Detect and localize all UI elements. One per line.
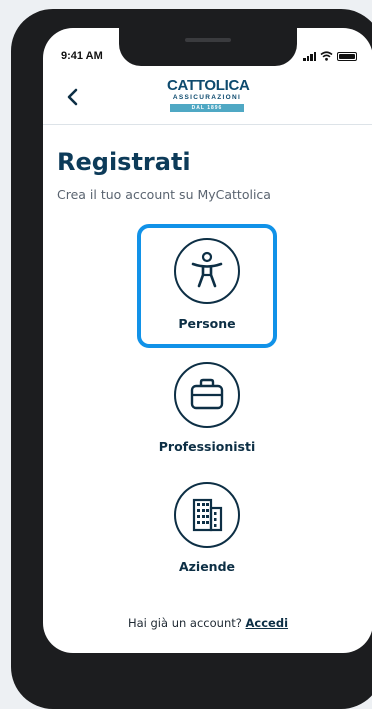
speaker-grille bbox=[185, 38, 231, 42]
accessibility-person-icon bbox=[174, 238, 240, 304]
option-label: Professionisti bbox=[158, 439, 256, 454]
login-prompt-text: Hai già un account? bbox=[127, 616, 242, 630]
app-screen: 9:41 AM CATTOLICA ASSICURAZIONI DAL 1896… bbox=[43, 28, 372, 653]
option-persone[interactable]: Persone bbox=[137, 224, 277, 348]
brand-logo: CATTOLICA ASSICURAZIONI DAL 1896 bbox=[167, 77, 250, 112]
status-icons bbox=[303, 49, 357, 61]
phone-frame: 9:41 AM CATTOLICA ASSICURAZIONI DAL 1896… bbox=[11, 9, 372, 709]
device-notch bbox=[119, 28, 297, 66]
back-button[interactable] bbox=[61, 84, 85, 110]
option-aziende[interactable]: Aziende bbox=[137, 468, 277, 592]
option-label: Persone bbox=[178, 316, 236, 331]
battery-icon bbox=[337, 52, 357, 61]
option-label: Aziende bbox=[178, 559, 236, 574]
logo-since-text: DAL 1896 bbox=[170, 104, 244, 112]
login-prompt: Hai già un account? Accedi bbox=[43, 616, 372, 630]
briefcase-icon bbox=[174, 362, 240, 428]
signal-icon bbox=[303, 52, 316, 61]
page-title: Registrati bbox=[57, 148, 191, 176]
login-link[interactable]: Accedi bbox=[246, 616, 289, 630]
building-icon bbox=[174, 482, 240, 548]
status-time: 9:41 AM bbox=[61, 50, 103, 62]
logo-sub-text: ASSICURAZIONI bbox=[172, 94, 242, 101]
option-professionisti[interactable]: Professionisti bbox=[137, 348, 277, 472]
chevron-left-icon bbox=[67, 88, 78, 106]
app-header: CATTOLICA ASSICURAZIONI DAL 1896 bbox=[43, 74, 372, 125]
page-subtitle: Crea il tuo account su MyCattolica bbox=[57, 187, 271, 202]
logo-main-text: CATTOLICA bbox=[167, 77, 250, 94]
wifi-icon bbox=[320, 51, 333, 61]
